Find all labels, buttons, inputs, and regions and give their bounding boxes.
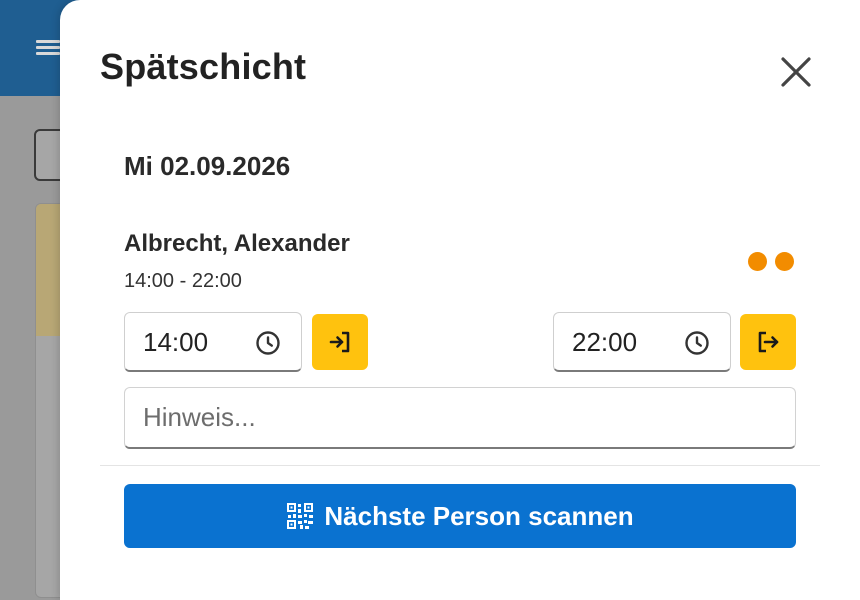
clock-icon[interactable] [684,330,710,356]
close-icon [781,57,811,87]
dialog-title: Spätschicht [100,46,307,87]
shift-time: 14:00 - 22:00 [124,270,242,292]
check-in-time-field[interactable]: 14:00 [124,312,302,372]
person-name: Albrecht, Alexander [124,230,350,257]
divider [100,465,820,466]
clock-icon[interactable] [255,330,281,356]
shift-date: Mi 02.09.2026 [124,151,291,181]
scan-button-label: Nächste Person scannen [324,500,634,531]
note-input[interactable] [124,387,796,449]
check-in-button[interactable] [312,314,368,370]
qr-code-icon [287,503,314,529]
sign-out-icon [758,331,779,353]
check-out-time-field[interactable]: 22:00 [553,312,731,372]
sign-in-icon [329,331,350,353]
close-button[interactable] [776,52,816,92]
check-in-time-value[interactable]: 14:00 [143,327,208,358]
status-indicator [748,252,794,272]
check-out-button[interactable] [740,314,796,370]
scan-next-person-button[interactable]: Nächste Person scannen [124,484,796,548]
menu-icon[interactable] [36,40,60,56]
check-out-time-value[interactable]: 22:00 [572,327,637,358]
status-dot [748,252,767,271]
shift-dialog: Spätschicht Mi 02.09.2026 Albrecht, Alex… [60,0,860,600]
status-dot [775,252,794,271]
